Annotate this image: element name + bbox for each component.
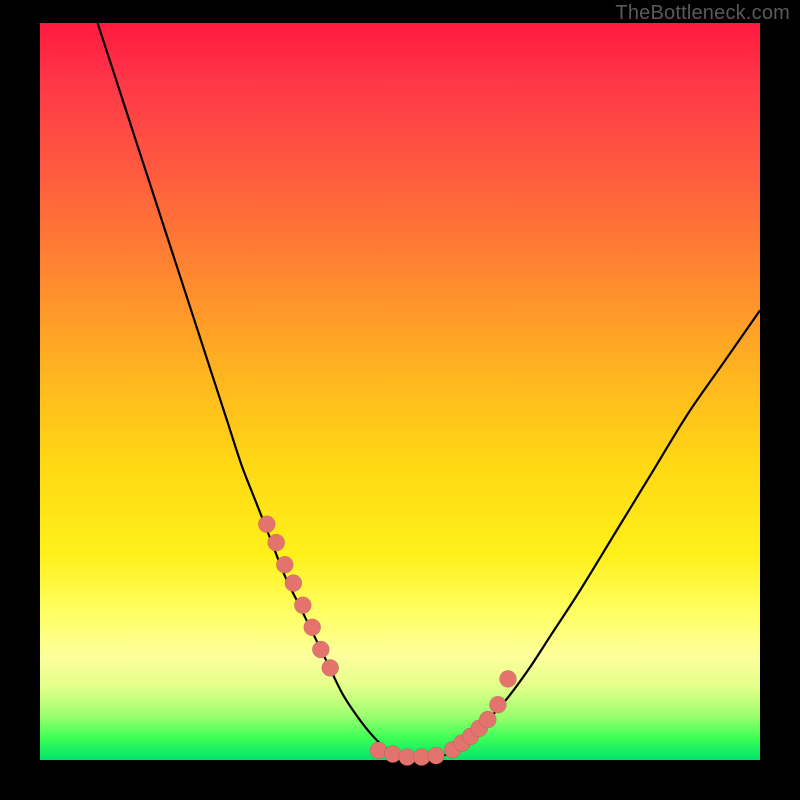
marker-dot [276,556,293,573]
marker-dot [294,597,311,614]
marker-dot [312,641,329,658]
plot-area [40,23,760,760]
marker-dot [500,670,517,687]
marker-group [258,516,516,766]
marker-dot [285,575,302,592]
marker-dot [428,747,445,764]
marker-dot [384,746,401,763]
marker-dot [479,711,496,728]
marker-dot [322,659,339,676]
watermark-label: TheBottleneck.com [615,2,790,25]
marker-dot [258,516,275,533]
marker-dot [304,619,321,636]
chart-svg [40,23,760,760]
marker-dot [268,534,285,551]
chart-frame: TheBottleneck.com [0,0,800,800]
bottleneck-curve [98,23,760,758]
marker-dot [489,696,506,713]
